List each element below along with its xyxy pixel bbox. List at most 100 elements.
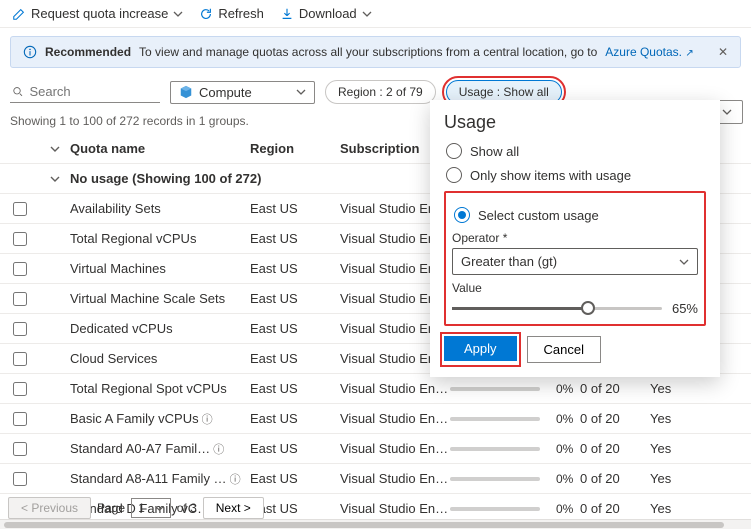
pencil-icon xyxy=(12,7,26,21)
region-cell: East US xyxy=(250,441,340,456)
col-region[interactable]: Region xyxy=(250,141,340,156)
usage-option-custom[interactable]: Select custom usage xyxy=(454,207,696,223)
row-checkbox[interactable] xyxy=(13,232,27,246)
region-cell: East US xyxy=(250,471,340,486)
usage-cell: 0% xyxy=(450,442,580,456)
usage-cell: 0% xyxy=(450,382,580,396)
usage-bar xyxy=(450,507,540,511)
value-slider[interactable]: 65% xyxy=(452,301,698,316)
quota-cell: 0 of 20 xyxy=(580,441,650,456)
subscription-cell: Visual Studio En… xyxy=(340,501,450,516)
row-checkbox[interactable] xyxy=(13,472,27,486)
row-checkbox[interactable] xyxy=(13,292,27,306)
search-icon xyxy=(12,85,23,98)
quota-name-cell: Cloud Services xyxy=(70,351,250,366)
quota-name-cell: Virtual Machines xyxy=(70,261,250,276)
refresh-label: Refresh xyxy=(218,6,264,21)
chevron-down-icon xyxy=(50,174,60,184)
request-quota-button[interactable]: Request quota increase xyxy=(12,6,183,21)
region-cell: East US xyxy=(250,381,340,396)
table-row[interactable]: Basic A Family vCPUsⓘEast USVisual Studi… xyxy=(0,404,751,434)
row-checkbox[interactable] xyxy=(13,322,27,336)
info-icon[interactable]: ⓘ xyxy=(213,444,224,456)
request-quota-label: Request quota increase xyxy=(31,6,168,21)
pager-previous-button[interactable]: < Previous xyxy=(8,497,91,519)
subscription-cell: Visual Studio En… xyxy=(340,441,450,456)
subscription-cell: Visual Studio En… xyxy=(340,471,450,486)
col-quota-name[interactable]: Quota name xyxy=(70,141,250,156)
region-cell: East US xyxy=(250,351,340,366)
subscription-cell: Visual Studio En… xyxy=(340,411,450,426)
usage-bar xyxy=(450,417,540,421)
table-row[interactable]: Standard A8-A11 Family …ⓘEast USVisual S… xyxy=(0,464,751,494)
value-label: Value xyxy=(452,281,698,295)
download-button[interactable]: Download xyxy=(280,6,372,21)
pager-page-select[interactable]: 1 xyxy=(131,498,171,518)
download-label: Download xyxy=(299,6,357,21)
quota-cell: 0 of 20 xyxy=(580,471,650,486)
quota-name-cell: Availability Sets xyxy=(70,201,250,216)
compute-icon xyxy=(179,85,193,99)
download-icon xyxy=(280,7,294,21)
region-cell: East US xyxy=(250,411,340,426)
search-input[interactable] xyxy=(29,84,158,99)
table-row[interactable]: Standard A0-A7 Famil…ⓘEast USVisual Stud… xyxy=(0,434,751,464)
usage-cell: 0% xyxy=(450,412,580,426)
info-icon[interactable]: ⓘ xyxy=(230,474,241,486)
adjustable-cell: Yes xyxy=(650,411,700,426)
slider-value: 65% xyxy=(672,301,698,316)
info-icon[interactable]: ⓘ xyxy=(202,414,213,426)
azure-quotas-link[interactable]: Azure Quotas. ↗ xyxy=(605,45,693,59)
pager: < Previous Page 1 of 3 Next > xyxy=(8,497,264,519)
command-bar: Request quota increase Refresh Download xyxy=(0,0,751,28)
chevron-down-icon xyxy=(362,9,372,19)
region-cell: East US xyxy=(250,261,340,276)
region-cell: East US xyxy=(250,291,340,306)
recommendation-banner: Recommended To view and manage quotas ac… xyxy=(10,36,741,68)
table-row[interactable]: Total Regional Spot vCPUsEast USVisual S… xyxy=(0,374,751,404)
chevron-down-icon xyxy=(173,9,183,19)
quota-cell: 0 of 20 xyxy=(580,501,650,516)
quota-name-cell: Dedicated vCPUs xyxy=(70,321,250,336)
pager-page-label: Page xyxy=(97,501,125,515)
operator-select[interactable]: Greater than (gt) xyxy=(452,248,698,275)
row-checkbox[interactable] xyxy=(13,382,27,396)
row-checkbox[interactable] xyxy=(13,202,27,216)
row-checkbox[interactable] xyxy=(13,442,27,456)
row-checkbox[interactable] xyxy=(13,352,27,366)
region-filter-pill[interactable]: Region : 2 of 79 xyxy=(325,80,436,104)
adjustable-cell: Yes xyxy=(650,441,700,456)
radio-icon xyxy=(446,167,462,183)
search-input-wrap[interactable] xyxy=(10,81,160,103)
provider-label: Compute xyxy=(199,85,252,100)
pager-next-button[interactable]: Next > xyxy=(203,497,264,519)
usage-filter-popup: Usage Show all Only show items with usag… xyxy=(430,100,720,377)
quota-name-cell: Total Regional Spot vCPUs xyxy=(70,381,250,396)
refresh-button[interactable]: Refresh xyxy=(199,6,264,21)
chevron-down-icon xyxy=(722,107,732,117)
quota-name-cell: Virtual Machine Scale Sets xyxy=(70,291,250,306)
slider-thumb[interactable] xyxy=(581,301,595,315)
quota-name-cell: Standard A0-A7 Famil…ⓘ xyxy=(70,441,250,457)
row-checkbox[interactable] xyxy=(13,262,27,276)
apply-button[interactable]: Apply xyxy=(444,336,517,361)
adjustable-cell: Yes xyxy=(650,471,700,486)
cancel-button[interactable]: Cancel xyxy=(527,336,601,363)
usage-option-all[interactable]: Show all xyxy=(446,143,704,159)
banner-close-button[interactable]: ✕ xyxy=(718,45,728,59)
usage-option-only-used[interactable]: Only show items with usage xyxy=(446,167,704,183)
external-link-icon: ↗ xyxy=(685,48,693,59)
usage-cell: 0% xyxy=(450,502,580,516)
expand-all-toggle[interactable] xyxy=(40,144,70,154)
popup-title: Usage xyxy=(444,112,706,133)
quota-name-cell: Basic A Family vCPUsⓘ xyxy=(70,411,250,427)
subscription-cell: Visual Studio En… xyxy=(340,381,450,396)
info-icon xyxy=(23,45,37,59)
usage-bar xyxy=(450,477,540,481)
quota-cell: 0 of 20 xyxy=(580,411,650,426)
horizontal-scrollbar[interactable] xyxy=(0,519,751,529)
refresh-icon xyxy=(199,7,213,21)
row-checkbox[interactable] xyxy=(13,412,27,426)
usage-bar xyxy=(450,447,540,451)
provider-dropdown[interactable]: Compute xyxy=(170,81,315,104)
